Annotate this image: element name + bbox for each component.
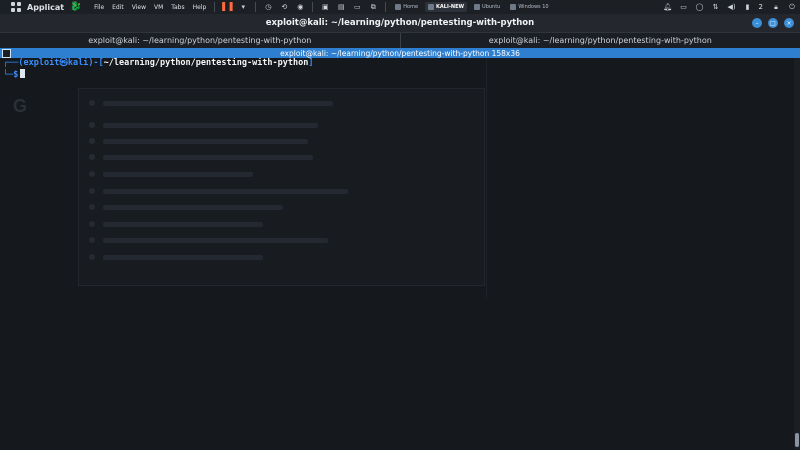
terminal-scrollbar[interactable] [794,58,800,450]
prompt-line-2: └─$ [3,69,26,81]
window-title-bar[interactable]: exploit@kali: ~/learning/python/pentesti… [0,14,800,32]
terminal-tab-label: exploit@kali: ~/learning/python/pentesti… [488,36,712,45]
prompt-bracket: )-[ [88,58,104,68]
faded-line [103,139,308,144]
system-tray: 🔔︎ ▭ ◯ ⇅ ◀) ▮ 2 🔒︎ ⏻ [660,2,800,12]
console-icon[interactable]: ▭ [352,2,362,12]
faded-icon [89,188,95,194]
faded-line [103,189,348,194]
menu-help[interactable]: Help [193,4,207,11]
bell-icon[interactable]: 🔔︎ [663,2,673,12]
faded-icon [89,204,95,210]
terminal-pane-header[interactable]: exploit@kali: ~/learning/python/pentesti… [0,48,800,58]
divider [214,2,216,12]
vm-tab-home[interactable]: Home [392,2,421,12]
terminal-pane-title: exploit@kali: ~/learning/python/pentesti… [280,48,520,58]
menu-edit[interactable]: Edit [112,4,124,11]
terminal-tab-bar: exploit@kali: ~/learning/python/pentesti… [0,32,800,49]
home-icon [395,4,402,10]
volume-icon[interactable]: ◀) [727,2,737,12]
tab-label: Windows 10 [518,4,549,10]
divider [255,2,257,12]
vm-icon [510,4,517,10]
vm-tab-ubuntu[interactable]: Ubuntu [471,2,503,12]
power-icon[interactable]: ⏻ [787,2,797,12]
faded-background: G [0,58,794,450]
vm-tab-windows[interactable]: Windows 10 [507,2,551,12]
prompt-line-1: ┌──(exploit㉿kali)-[~/learning/python/pen… [3,58,314,69]
kali-dragon-icon: 🐉 [70,2,82,12]
faded-line [103,238,328,243]
fullscreen-icon[interactable]: ▣ [320,2,330,12]
faded-line [103,205,283,210]
faded-line [103,222,263,227]
terminal-tab-2[interactable]: exploit@kali: ~/learning/python/pentesti… [399,33,800,48]
maximize-button[interactable]: □ [768,18,778,28]
menu-file[interactable]: File [94,4,104,11]
manage-icon[interactable]: ◉ [295,2,305,12]
divider [486,58,487,298]
faded-line [103,123,318,128]
chat-icon[interactable]: ◯ [695,2,705,12]
applications-menu[interactable]: Applicat [27,3,64,12]
system-top-bar: Applicat 🐉 File Edit View VM Tabs Help ❚… [0,0,800,14]
prompt-dollar: $ [13,70,19,80]
lock-icon[interactable]: 🔒︎ [771,2,781,12]
window-controls: – □ × [746,18,794,28]
faded-line [103,101,333,106]
prompt-host: kali [67,58,89,68]
divider [385,2,387,12]
faded-icon [89,122,95,128]
faded-icon [89,254,95,260]
prompt-bracket-end: ] [308,58,314,68]
terminal-output[interactable]: G ┌──(exploit㉿kali)-[~/learning/python/p… [0,58,794,450]
network-icon[interactable]: ⇅ [711,2,721,12]
text-cursor [20,69,26,78]
vm-icon [474,4,481,10]
tab-label: Home [403,4,419,10]
menu-vm[interactable]: VM [154,4,163,11]
faded-icon [89,171,95,177]
faded-icon [89,154,95,160]
window-title: exploit@kali: ~/learning/python/pentesti… [265,18,535,28]
prompt-corner: ┌──( [3,58,24,68]
faded-panel [78,88,485,286]
faded-icon [89,221,95,227]
faded-icon [89,100,95,106]
snapshot-icon[interactable]: ◷ [263,2,273,12]
divider [312,2,314,12]
faded-icon [89,138,95,144]
tab-label: KALI-NEW [436,4,465,10]
clock[interactable]: 2 [759,3,763,11]
terminal-tab-1[interactable]: exploit@kali: ~/learning/python/pentesti… [0,33,400,48]
close-button[interactable]: × [784,18,794,28]
unity-icon[interactable]: ▤ [336,2,346,12]
vm-icon [428,4,435,10]
display-icon[interactable]: ▭ [679,2,689,12]
menu-view[interactable]: View [132,4,146,11]
faded-logo: G [13,96,28,116]
terminal-tab-label: exploit@kali: ~/learning/python/pentesti… [88,36,312,45]
dropdown-icon[interactable]: ▾ [238,2,248,12]
faded-line [103,172,253,177]
faded-line [103,255,263,260]
prompt-at: ㉿ [59,58,68,68]
scrollbar-thumb[interactable] [795,433,799,447]
view-icon[interactable]: ⧉ [368,2,378,12]
apps-grid-icon[interactable] [11,2,21,12]
prompt-corner: └─ [3,70,14,80]
prompt-path: ~/learning/python/pentesting-with-python [103,58,309,68]
battery-icon[interactable]: ▮ [743,2,753,12]
prompt-user: exploit [23,58,60,68]
tab-label: Ubuntu [482,4,501,10]
faded-icon [89,237,95,243]
revert-icon[interactable]: ⟲ [279,2,289,12]
vm-tab-kali-new[interactable]: KALI-NEW [425,2,468,12]
terminal-icon [2,49,11,58]
menu-tabs[interactable]: Tabs [171,4,184,11]
minimize-button[interactable]: – [752,18,762,28]
faded-line [103,155,313,160]
pause-icon[interactable]: ❚❚ [220,2,235,12]
